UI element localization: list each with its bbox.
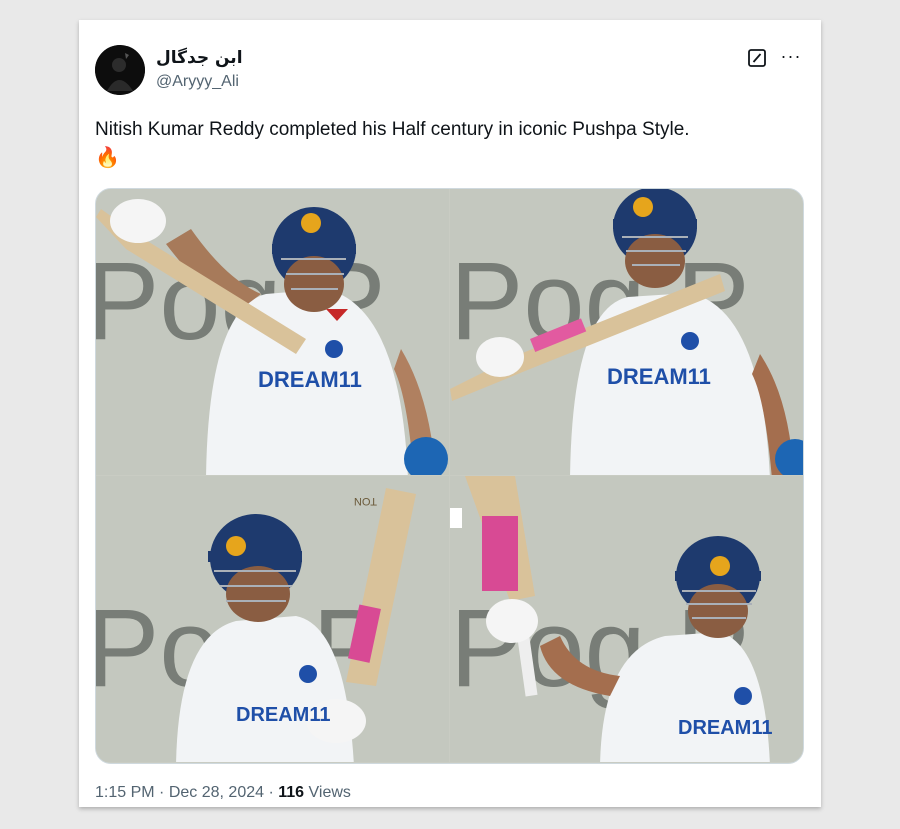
media-grid: Pog P DREAM11 Pog P	[95, 188, 804, 764]
sponsor-logo: DREAM11	[236, 704, 330, 726]
display-name[interactable]: ابن جدگال	[156, 48, 243, 68]
tweet-meta: 1:15 PM · Dec 28, 2024 · 116 Views	[95, 784, 351, 802]
tweet-date[interactable]: Dec 28, 2024	[169, 784, 264, 801]
photo-4[interactable]: Pog P DREAM11	[450, 476, 803, 762]
user-handle[interactable]: @Aryyy_Ali	[156, 73, 239, 91]
grok-icon[interactable]	[747, 48, 767, 68]
bat-label: TON	[354, 495, 377, 507]
sponsor-logo: DREAM11	[258, 367, 362, 392]
views-count: 116	[278, 784, 305, 801]
photo-2[interactable]: Pog P DREAM11	[450, 189, 803, 475]
photo-1[interactable]: Pog P DREAM11	[96, 189, 449, 475]
user-avatar[interactable]	[95, 45, 145, 95]
sponsor-logo: DREAM11	[678, 717, 772, 739]
meta-separator: ·	[268, 784, 274, 801]
sponsor-logo: DREAM11	[607, 364, 711, 389]
tweet-card: ابن جدگال @Aryyy_Ali ··· Nitish Kumar Re…	[79, 20, 821, 807]
meta-separator: ·	[159, 784, 165, 801]
tweet-time[interactable]: 1:15 PM	[95, 784, 155, 801]
tweet-text: Nitish Kumar Reddy completed his Half ce…	[95, 116, 795, 172]
tweet-body: Nitish Kumar Reddy completed his Half ce…	[95, 119, 690, 140]
more-icon[interactable]: ···	[779, 46, 803, 66]
photo-3[interactable]: Pog P TON DREAM11	[96, 476, 449, 762]
views-label: Views	[308, 784, 351, 801]
fire-emoji: 🔥	[95, 147, 120, 169]
